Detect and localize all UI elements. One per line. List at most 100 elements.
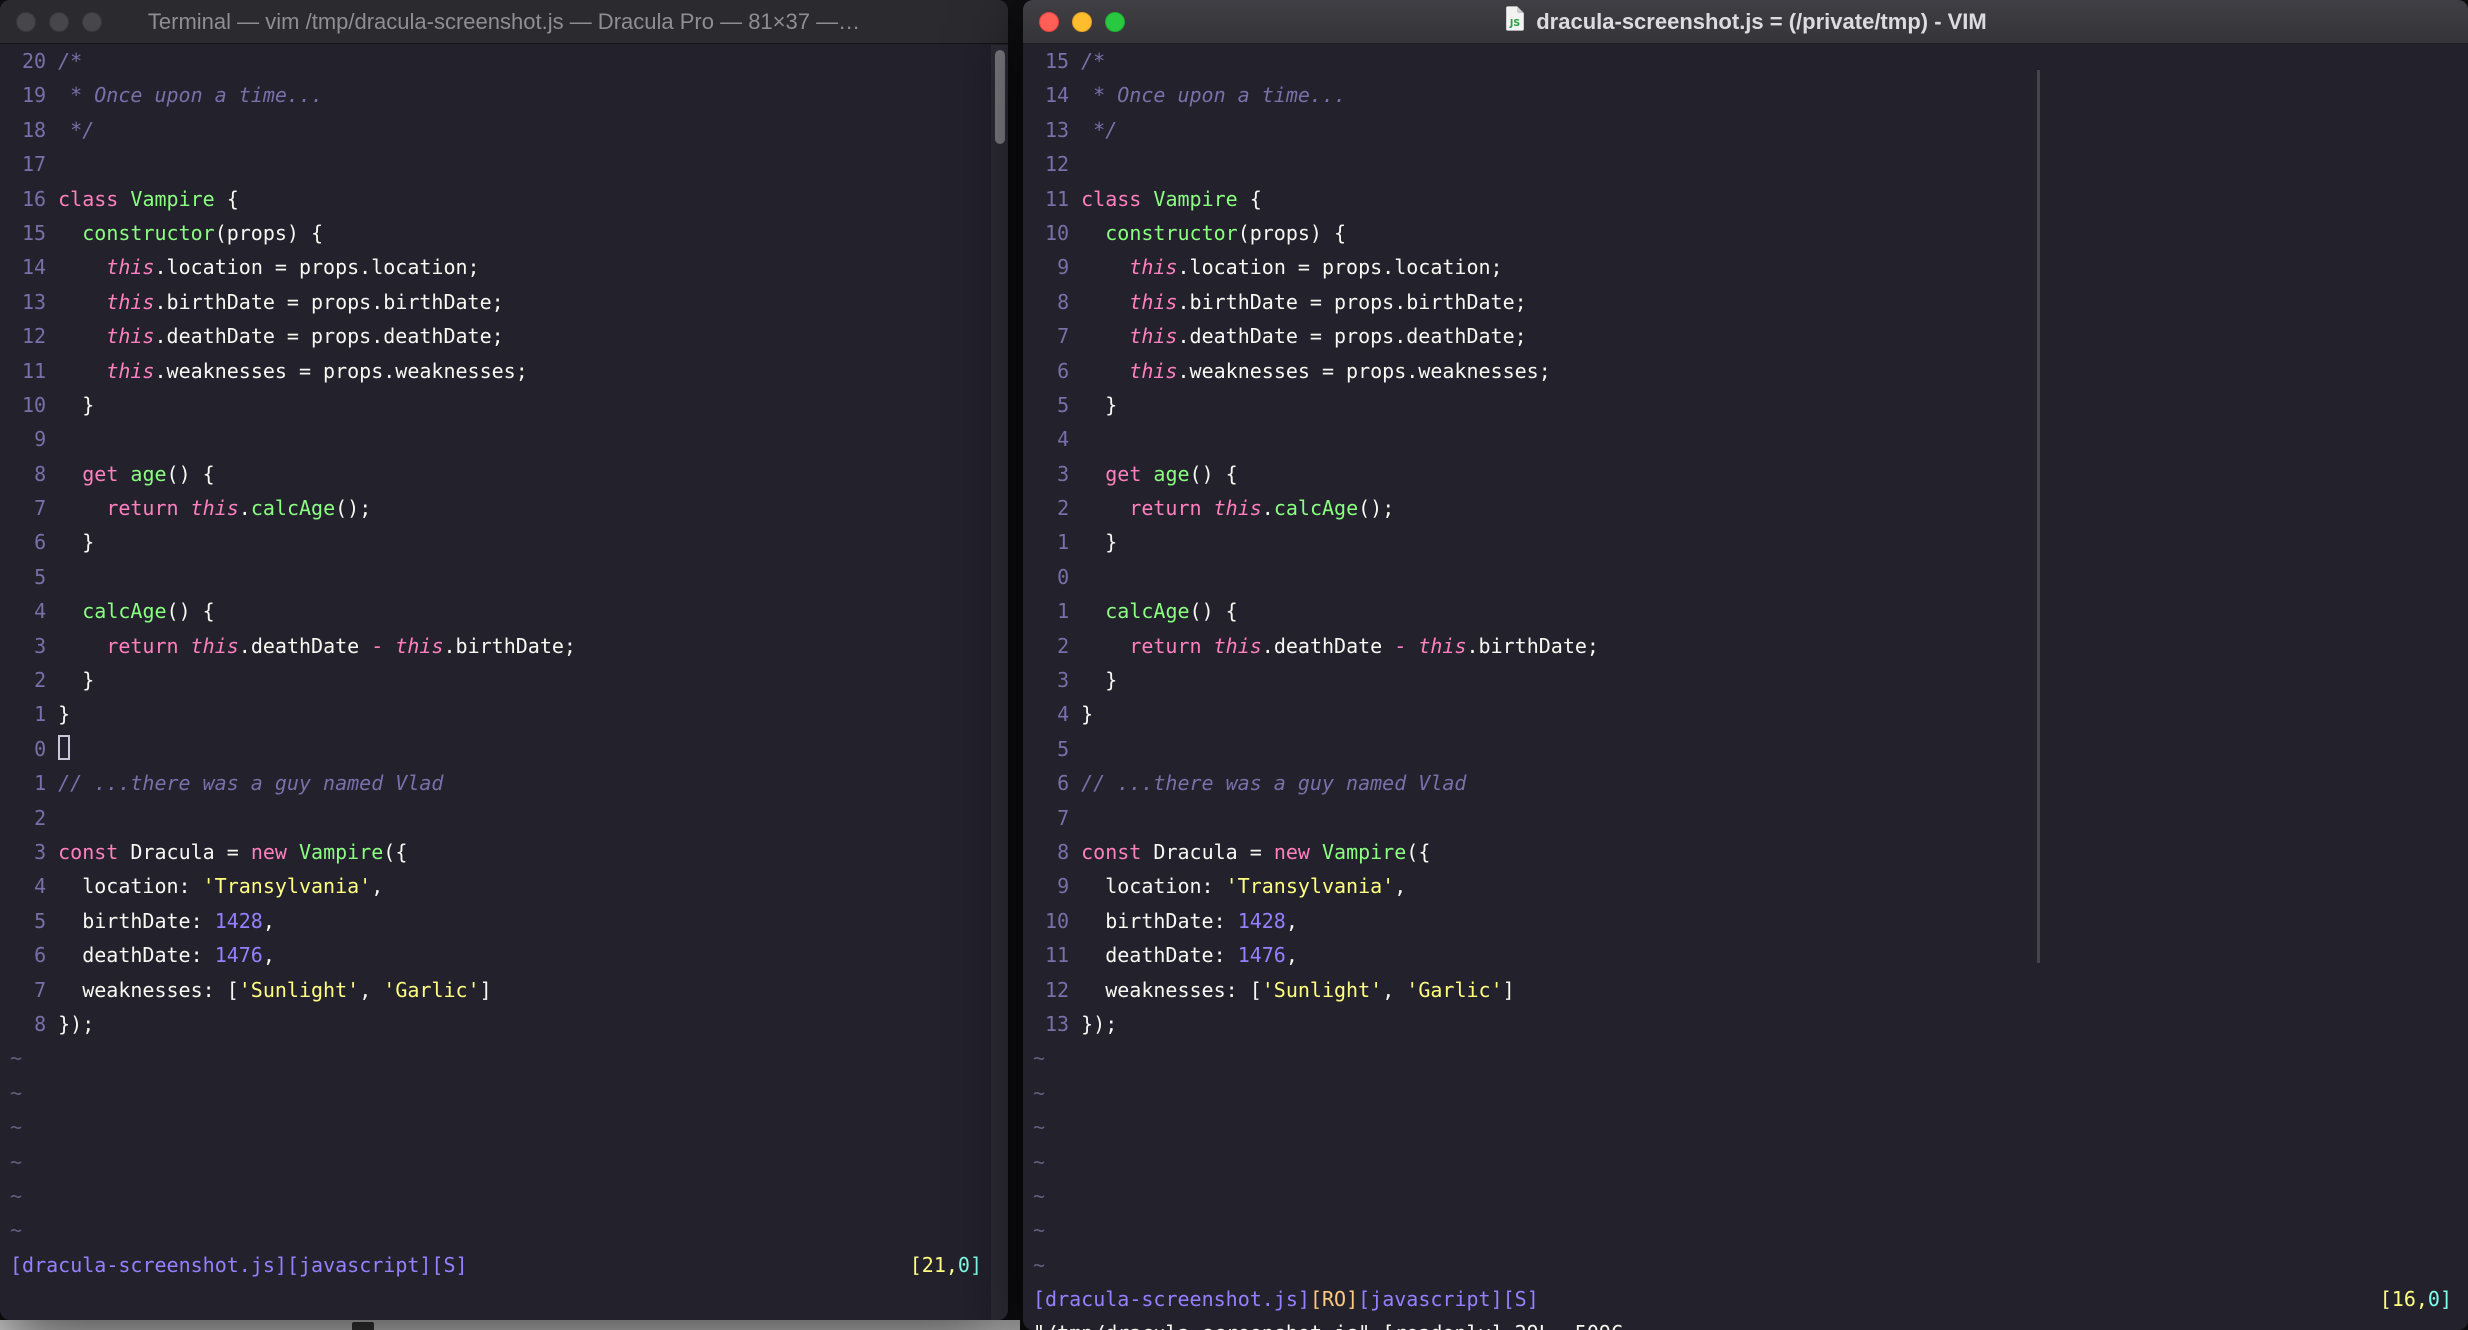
code-text: birthDate: 1428, [58, 908, 275, 933]
code-line[interactable]: 9 this.location = props.location; [1023, 250, 2468, 284]
line-number: 19 [22, 83, 47, 108]
vim-buffer-left[interactable]: 20/* 19 * Once upon a time... 18 */17 16 cla… [0, 44, 1008, 1248]
statusline-file-info: [dracula-screenshot.js][RO][javascript][… [1033, 1287, 1539, 1312]
code-line[interactable]: 6 } [0, 525, 1008, 559]
code-line[interactable]: 15 constructor(props) { [0, 216, 1008, 250]
code-text: const Dracula = new Vampire({ [58, 839, 408, 864]
code-line[interactable]: 5 birthDate: 1428, [0, 904, 1008, 938]
code-line[interactable]: 4} [1023, 697, 2468, 731]
code-line[interactable]: 8}); [0, 1007, 1008, 1041]
code-line[interactable]: 18 */ [0, 113, 1008, 147]
code-line[interactable]: 10 constructor(props) { [1023, 216, 2468, 250]
code-line[interactable]: 4 location: 'Transylvania', [0, 869, 1008, 903]
statusline-file-info: [dracula-screenshot.js][javascript][S] [10, 1252, 468, 1277]
code-line[interactable]: 5 } [1023, 388, 2468, 422]
code-text: }); [1081, 1011, 1118, 1036]
close-button[interactable] [16, 11, 36, 32]
line-number: 4 [1057, 427, 1070, 452]
tilde-line: ~ [1033, 1046, 1046, 1071]
line-number: 13 [1045, 1011, 1070, 1036]
code-line[interactable]: 7 weaknesses: ['Sunlight', 'Garlic'] [0, 973, 1008, 1007]
tilde-line: ~ [10, 1218, 23, 1243]
code-line[interactable]: 6 this.weaknesses = props.weaknesses; [1023, 354, 2468, 388]
line-number: 8 [34, 1011, 47, 1036]
code-line[interactable]: 14 this.location = props.location; [0, 250, 1008, 284]
scrollbar-separator [2037, 70, 2040, 963]
code-line[interactable]: 7 [1023, 801, 2468, 835]
line-number: 11 [1045, 186, 1070, 211]
code-line[interactable]: 13}); [1023, 1007, 2468, 1041]
code-line[interactable]: 16 class Vampire { [0, 182, 1008, 216]
code-line[interactable]: 14 * Once upon a time... [1023, 78, 2468, 112]
minimize-button[interactable] [1072, 11, 1092, 32]
code-line[interactable]: 13 */ [1023, 113, 2468, 147]
code-line[interactable]: 2 } [0, 663, 1008, 697]
code-text: const Dracula = new Vampire({ [1081, 839, 1431, 864]
code-line[interactable]: 9 [0, 422, 1008, 456]
code-line[interactable]: 10 } [0, 388, 1008, 422]
code-line[interactable]: 12 this.deathDate = props.deathDate; [0, 319, 1008, 353]
code-line[interactable]: 3 const Dracula = new Vampire({ [0, 835, 1008, 869]
line-number: 5 [1057, 392, 1070, 417]
code-line[interactable]: 13 this.birthDate = props.birthDate; [0, 285, 1008, 319]
code-text: } [1081, 530, 1118, 555]
code-line[interactable]: 5 [1023, 732, 2468, 766]
line-number: 0 [34, 736, 47, 761]
code-text: this.weaknesses = props.weaknesses; [1129, 358, 1551, 383]
code-line[interactable]: 7 return this.calcAge(); [0, 491, 1008, 525]
code-line[interactable]: 17 [0, 147, 1008, 181]
code-line[interactable]: 11 class Vampire { [1023, 182, 2468, 216]
scrollbar-track[interactable] [991, 45, 1008, 1320]
code-line[interactable]: 0 [1023, 560, 2468, 594]
code-line[interactable]: 8 get age() { [0, 457, 1008, 491]
code-line[interactable]: 9 location: 'Transylvania', [1023, 869, 2468, 903]
code-text: constructor(props) { [1105, 220, 1347, 245]
code-line[interactable]: 4 [1023, 422, 2468, 456]
zoom-button[interactable] [1105, 11, 1125, 32]
code-line[interactable]: 11 this.weaknesses = props.weaknesses; [0, 354, 1008, 388]
code-text: } [1081, 392, 1118, 417]
code-line[interactable]: 20 /* [0, 44, 1008, 78]
line-number: 4 [34, 599, 47, 624]
code-text: } [1081, 668, 1118, 693]
terminal-window-title: Terminal — vim /tmp/dracula-screenshot.j… [0, 9, 1008, 35]
vim-buffer-right[interactable]: 15/* 14 * Once upon a time... 13 */12 11 cla… [1023, 44, 2468, 1282]
code-text: get age() { [1105, 461, 1238, 486]
code-line[interactable]: 1} [0, 697, 1008, 731]
code-line[interactable]: 12 [1023, 147, 2468, 181]
minimize-button[interactable] [49, 11, 69, 32]
code-line[interactable]: 2 [0, 801, 1008, 835]
vim-statusline-right: [dracula-screenshot.js][RO][javascript][… [1023, 1282, 2468, 1316]
code-line[interactable]: 6 deathDate: 1476, [0, 938, 1008, 972]
code-line[interactable]: 15 /* [1023, 44, 2468, 78]
line-number: 18 [22, 117, 47, 142]
code-line[interactable]: 4 calcAge() { [0, 594, 1008, 628]
code-line[interactable]: 3 } [1023, 663, 2468, 697]
code-line[interactable]: 5 [0, 560, 1008, 594]
code-line[interactable]: 7 this.deathDate = props.deathDate; [1023, 319, 2468, 353]
code-line[interactable]: 19 * Once upon a time... [0, 78, 1008, 112]
code-line[interactable]: 8 const Dracula = new Vampire({ [1023, 835, 2468, 869]
code-line[interactable]: 1 // ...there was a guy named Vlad [0, 766, 1008, 800]
line-number: 12 [1045, 977, 1070, 1002]
code-line[interactable]: 1 calcAge() { [1023, 594, 2468, 628]
code-line[interactable]: 3 get age() { [1023, 457, 2468, 491]
tilde-line: ~ [10, 1149, 23, 1174]
code-line[interactable]: 11 deathDate: 1476, [1023, 938, 2468, 972]
code-line[interactable]: 6 // ...there was a guy named Vlad [1023, 766, 2468, 800]
code-line[interactable]: 2 return this.calcAge(); [1023, 491, 2468, 525]
macvim-titlebar[interactable]: JS dracula-screenshot.js = (/private/tmp… [1023, 0, 2468, 44]
code-line[interactable]: 8 this.birthDate = props.birthDate; [1023, 285, 2468, 319]
code-line[interactable]: 1 } [1023, 525, 2468, 559]
background-window-fragment [352, 1322, 374, 1330]
code-line[interactable]: 0 [0, 732, 1008, 766]
code-line[interactable]: 10 birthDate: 1428, [1023, 904, 2468, 938]
scrollbar-thumb[interactable] [995, 50, 1005, 144]
code-text: * Once upon a time... [1081, 83, 1347, 108]
code-line[interactable]: 12 weaknesses: ['Sunlight', 'Garlic'] [1023, 973, 2468, 1007]
code-line[interactable]: 3 return this.deathDate - this.birthDate… [0, 629, 1008, 663]
terminal-titlebar[interactable]: Terminal — vim /tmp/dracula-screenshot.j… [0, 0, 1008, 44]
close-button[interactable] [1039, 11, 1059, 32]
zoom-button[interactable] [82, 11, 102, 32]
code-line[interactable]: 2 return this.deathDate - this.birthDate… [1023, 629, 2468, 663]
